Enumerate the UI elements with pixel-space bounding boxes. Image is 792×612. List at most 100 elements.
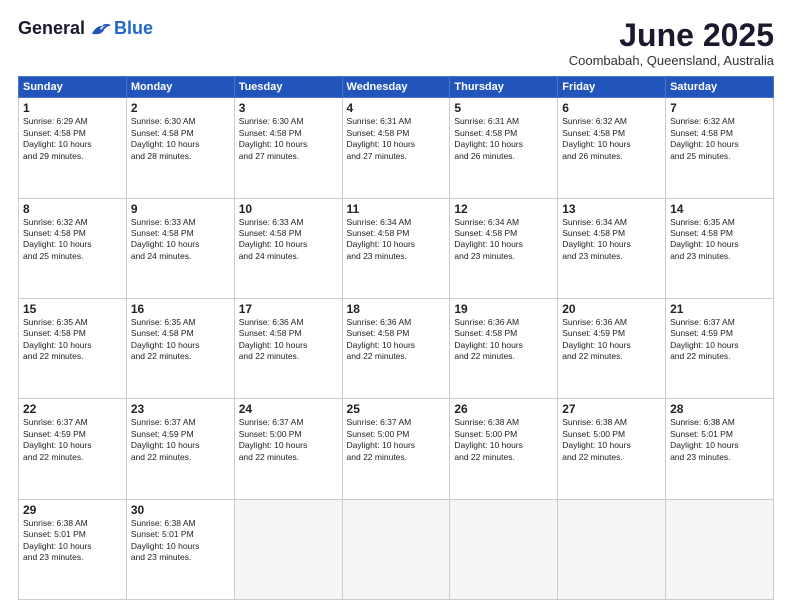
day-number: 22: [23, 402, 122, 416]
col-wednesday: Wednesday: [342, 77, 450, 98]
table-row: 19Sunrise: 6:36 AM Sunset: 4:58 PM Dayli…: [450, 298, 558, 398]
table-row: 23Sunrise: 6:37 AM Sunset: 4:59 PM Dayli…: [126, 399, 234, 499]
col-monday: Monday: [126, 77, 234, 98]
table-row: 22Sunrise: 6:37 AM Sunset: 4:59 PM Dayli…: [19, 399, 127, 499]
cell-text: Sunrise: 6:36 AM Sunset: 4:58 PM Dayligh…: [347, 317, 446, 363]
cell-text: Sunrise: 6:30 AM Sunset: 4:58 PM Dayligh…: [131, 116, 230, 162]
cell-text: Sunrise: 6:32 AM Sunset: 4:58 PM Dayligh…: [670, 116, 769, 162]
day-number: 29: [23, 503, 122, 517]
cell-text: Sunrise: 6:35 AM Sunset: 4:58 PM Dayligh…: [670, 217, 769, 263]
cell-text: Sunrise: 6:33 AM Sunset: 4:58 PM Dayligh…: [131, 217, 230, 263]
day-number: 4: [347, 101, 446, 115]
cell-text: Sunrise: 6:37 AM Sunset: 5:00 PM Dayligh…: [347, 417, 446, 463]
col-saturday: Saturday: [666, 77, 774, 98]
day-number: 15: [23, 302, 122, 316]
day-number: 21: [670, 302, 769, 316]
col-friday: Friday: [558, 77, 666, 98]
table-row: 4Sunrise: 6:31 AM Sunset: 4:58 PM Daylig…: [342, 98, 450, 198]
cell-text: Sunrise: 6:36 AM Sunset: 4:59 PM Dayligh…: [562, 317, 661, 363]
day-number: 23: [131, 402, 230, 416]
table-row: 10Sunrise: 6:33 AM Sunset: 4:58 PM Dayli…: [234, 198, 342, 298]
cell-text: Sunrise: 6:36 AM Sunset: 4:58 PM Dayligh…: [239, 317, 338, 363]
cell-text: Sunrise: 6:38 AM Sunset: 5:00 PM Dayligh…: [454, 417, 553, 463]
table-row: 29Sunrise: 6:38 AM Sunset: 5:01 PM Dayli…: [19, 499, 127, 599]
table-row: 7Sunrise: 6:32 AM Sunset: 4:58 PM Daylig…: [666, 98, 774, 198]
cell-text: Sunrise: 6:34 AM Sunset: 4:58 PM Dayligh…: [454, 217, 553, 263]
day-number: 24: [239, 402, 338, 416]
day-number: 9: [131, 202, 230, 216]
day-number: 14: [670, 202, 769, 216]
calendar-week-1: 1Sunrise: 6:29 AM Sunset: 4:58 PM Daylig…: [19, 98, 774, 198]
cell-text: Sunrise: 6:38 AM Sunset: 5:00 PM Dayligh…: [562, 417, 661, 463]
cell-text: Sunrise: 6:34 AM Sunset: 4:58 PM Dayligh…: [562, 217, 661, 263]
cell-text: Sunrise: 6:31 AM Sunset: 4:58 PM Dayligh…: [347, 116, 446, 162]
table-row: 25Sunrise: 6:37 AM Sunset: 5:00 PM Dayli…: [342, 399, 450, 499]
logo-blue-text: Blue: [114, 18, 153, 39]
logo-bird-icon: [90, 20, 112, 38]
calendar-week-5: 29 Sunrise: 6:38 AM Sunset: 5:01 PM Dayli…: [19, 499, 774, 599]
col-thursday: Thursday: [450, 77, 558, 98]
calendar-header-row: Sunday Monday Tuesday Wednesday Thursday…: [19, 77, 774, 98]
day-number: 18: [347, 302, 446, 316]
cell-text: Sunrise: 6:32 AM Sunset: 4:58 PM Dayligh…: [562, 116, 661, 162]
day-number: 13: [562, 202, 661, 216]
day-number: 8: [23, 202, 122, 216]
cell-text: Sunrise: 6:33 AM Sunset: 4:58 PM Dayligh…: [239, 217, 338, 263]
table-row: [342, 499, 450, 599]
table-row: 17Sunrise: 6:36 AM Sunset: 4:58 PM Dayli…: [234, 298, 342, 398]
cell-text: Sunrise: 6:38 AM Sunset: 5:01 PM Dayligh…: [670, 417, 769, 463]
calendar-week-4: 22Sunrise: 6:37 AM Sunset: 4:59 PM Dayli…: [19, 399, 774, 499]
col-tuesday: Tuesday: [234, 77, 342, 98]
day-number: 1: [23, 101, 122, 115]
table-row: 14Sunrise: 6:35 AM Sunset: 4:58 PM Dayli…: [666, 198, 774, 298]
table-row: 11Sunrise: 6:34 AM Sunset: 4:58 PM Dayli…: [342, 198, 450, 298]
table-row: 21Sunrise: 6:37 AM Sunset: 4:59 PM Dayli…: [666, 298, 774, 398]
table-row: 27Sunrise: 6:38 AM Sunset: 5:00 PM Dayli…: [558, 399, 666, 499]
calendar-week-3: 15Sunrise: 6:35 AM Sunset: 4:58 PM Dayli…: [19, 298, 774, 398]
day-number: 20: [562, 302, 661, 316]
day-number: 10: [239, 202, 338, 216]
table-row: 15Sunrise: 6:35 AM Sunset: 4:58 PM Dayli…: [19, 298, 127, 398]
col-sunday: Sunday: [19, 77, 127, 98]
table-row: 16Sunrise: 6:35 AM Sunset: 4:58 PM Dayli…: [126, 298, 234, 398]
day-number: 12: [454, 202, 553, 216]
cell-text: Sunrise: 6:37 AM Sunset: 4:59 PM Dayligh…: [670, 317, 769, 363]
cell-text: Sunrise: 6:35 AM Sunset: 4:58 PM Dayligh…: [131, 317, 230, 363]
cell-text: Sunrise: 6:37 AM Sunset: 4:59 PM Dayligh…: [131, 417, 230, 463]
table-row: 12Sunrise: 6:34 AM Sunset: 4:58 PM Dayli…: [450, 198, 558, 298]
cell-text: Sunrise: 6:31 AM Sunset: 4:58 PM Dayligh…: [454, 116, 553, 162]
day-number: 11: [347, 202, 446, 216]
day-number: 16: [131, 302, 230, 316]
location: Coombabah, Queensland, Australia: [569, 53, 774, 68]
table-row: [558, 499, 666, 599]
day-number: 7: [670, 101, 769, 115]
table-row: 6Sunrise: 6:32 AM Sunset: 4:58 PM Daylig…: [558, 98, 666, 198]
table-row: 2Sunrise: 6:30 AM Sunset: 4:58 PM Daylig…: [126, 98, 234, 198]
table-row: [234, 499, 342, 599]
table-row: [666, 499, 774, 599]
day-number: 3: [239, 101, 338, 115]
cell-text: Sunrise: 6:30 AM Sunset: 4:58 PM Dayligh…: [239, 116, 338, 162]
table-row: 3Sunrise: 6:30 AM Sunset: 4:58 PM Daylig…: [234, 98, 342, 198]
cell-text: Sunrise: 6:37 AM Sunset: 4:59 PM Dayligh…: [23, 417, 122, 463]
table-row: 13Sunrise: 6:34 AM Sunset: 4:58 PM Dayli…: [558, 198, 666, 298]
table-row: 8Sunrise: 6:32 AM Sunset: 4:58 PM Daylig…: [19, 198, 127, 298]
cell-text: Sunrise: 6:29 AM Sunset: 4:58 PM Dayligh…: [23, 116, 122, 162]
table-row: 28Sunrise: 6:38 AM Sunset: 5:01 PM Dayli…: [666, 399, 774, 499]
cell-text: Sunrise: 6:38 AM Sunset: 5:01 PM Dayligh…: [131, 518, 230, 564]
day-number: 27: [562, 402, 661, 416]
page-header: General Blue June 2025 Coombabah, Queens…: [18, 18, 774, 68]
day-number: 6: [562, 101, 661, 115]
cell-text: Sunrise: 6:36 AM Sunset: 4:58 PM Dayligh…: [454, 317, 553, 363]
table-row: [450, 499, 558, 599]
calendar-table: Sunday Monday Tuesday Wednesday Thursday…: [18, 76, 774, 600]
calendar-week-2: 8Sunrise: 6:32 AM Sunset: 4:58 PM Daylig…: [19, 198, 774, 298]
table-row: 5Sunrise: 6:31 AM Sunset: 4:58 PM Daylig…: [450, 98, 558, 198]
table-row: 20Sunrise: 6:36 AM Sunset: 4:59 PM Dayli…: [558, 298, 666, 398]
table-row: 24Sunrise: 6:37 AM Sunset: 5:00 PM Dayli…: [234, 399, 342, 499]
table-row: 26Sunrise: 6:38 AM Sunset: 5:00 PM Dayli…: [450, 399, 558, 499]
cell-text: Sunrise: 6:35 AM Sunset: 4:58 PM Dayligh…: [23, 317, 122, 363]
table-row: 1Sunrise: 6:29 AM Sunset: 4:58 PM Daylig…: [19, 98, 127, 198]
table-row: 30Sunrise: 6:38 AM Sunset: 5:01 PM Dayli…: [126, 499, 234, 599]
title-area: June 2025 Coombabah, Queensland, Austral…: [569, 18, 774, 68]
